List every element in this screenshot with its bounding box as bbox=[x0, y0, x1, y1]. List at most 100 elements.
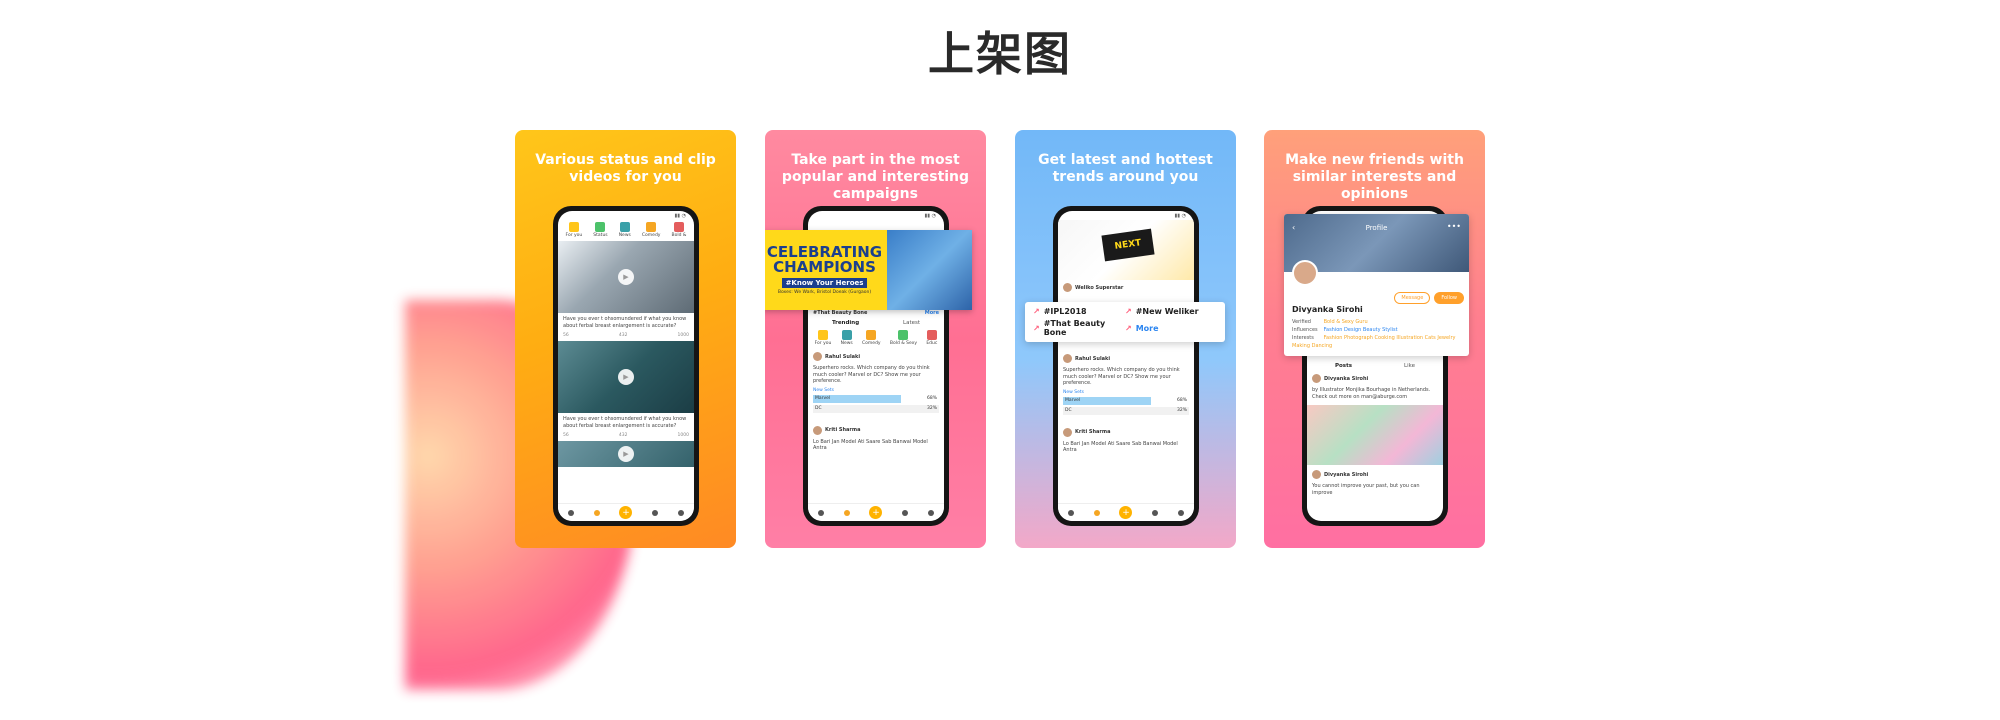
post-author[interactable]: Kriti Sharma bbox=[1058, 425, 1194, 438]
discover-icon[interactable] bbox=[593, 509, 600, 516]
trend-item[interactable]: ↗ #New Weliker bbox=[1125, 305, 1217, 318]
video-thumbnail[interactable]: ▶ bbox=[558, 241, 694, 313]
card-caption: Various status and clip videos for you bbox=[535, 152, 716, 185]
video-thumbnail[interactable]: ▶ bbox=[558, 441, 694, 467]
banner-headline: CELEBRATING CHAMPIONS bbox=[766, 243, 883, 276]
profile-icon[interactable] bbox=[928, 509, 935, 516]
post-text: by Illustrator Monjika Bourhage in Nethe… bbox=[1312, 387, 1431, 400]
play-icon[interactable]: ▶ bbox=[618, 369, 634, 385]
tab-trending[interactable]: Trending bbox=[832, 320, 859, 326]
phone-frame: ▮▮ ◔ NEXT Weliko Superstar Rahul Sulaki … bbox=[1053, 206, 1199, 526]
play-icon[interactable]: ▶ bbox=[618, 269, 634, 285]
account-row[interactable]: Weliko Superstar bbox=[1058, 280, 1194, 293]
campaign-banner[interactable]: CELEBRATING CHAMPIONS #Know Your Heroes … bbox=[765, 230, 972, 310]
trend-arrow-icon: ↗ bbox=[1033, 306, 1040, 316]
poll-option[interactable]: DC 32% bbox=[813, 404, 939, 413]
post-author[interactable]: Divyanka Sirohi bbox=[1307, 371, 1443, 384]
video-thumbnail[interactable]: ▶ bbox=[558, 341, 694, 413]
create-post-button[interactable]: + bbox=[619, 506, 633, 519]
messages-icon[interactable] bbox=[652, 509, 659, 516]
avatar[interactable] bbox=[1292, 260, 1318, 286]
avatar[interactable] bbox=[1312, 374, 1321, 383]
play-icon[interactable]: ▶ bbox=[618, 446, 634, 462]
profile-details: Verified Bold & Sexy Guru Influences Fas… bbox=[1292, 319, 1456, 349]
tab-for-you[interactable]: For you bbox=[566, 222, 582, 238]
post-text: Superhero rocks. Which company do you th… bbox=[1063, 367, 1180, 386]
status-bar: ▮▮ ◔ bbox=[1174, 213, 1186, 219]
store-screenshot-card-videos: Various status and clip videos for you ▮… bbox=[515, 130, 736, 548]
avatar[interactable] bbox=[1312, 470, 1321, 479]
avatar[interactable] bbox=[1063, 354, 1072, 363]
segment-tabs: Trending Latest bbox=[808, 318, 944, 328]
category-tabs: For you News Comedy Bold & Sexy Educ bbox=[808, 328, 944, 349]
more-link[interactable]: More bbox=[925, 310, 939, 316]
share-count: 1000 bbox=[677, 433, 689, 438]
post-author[interactable]: Divyanka Sirohi bbox=[1307, 467, 1443, 480]
poll-option[interactable]: Marvel 68% bbox=[813, 394, 939, 403]
tab-bold[interactable]: Bold & Sexy bbox=[890, 330, 917, 346]
home-icon[interactable] bbox=[1067, 509, 1074, 516]
home-icon[interactable] bbox=[817, 509, 824, 516]
avatar[interactable] bbox=[1063, 427, 1072, 437]
tab-comedy[interactable]: Comedy bbox=[642, 222, 660, 238]
profile-posts: Posts Like Divyanka Sirohi by Illustrato… bbox=[1307, 361, 1443, 499]
trend-tag[interactable]: #That Beauty Bone bbox=[813, 310, 867, 316]
doodle-logo: NEXT bbox=[1101, 228, 1155, 262]
comment-count: 56 bbox=[563, 433, 569, 438]
comment-count: 56 bbox=[563, 333, 569, 338]
trend-arrow-icon: ↗ bbox=[1125, 306, 1132, 316]
post-author[interactable]: Kriti Sharma bbox=[808, 423, 944, 436]
tab-like[interactable]: Like bbox=[1404, 363, 1415, 369]
tab-news[interactable]: News bbox=[619, 222, 631, 238]
profile-icon[interactable] bbox=[1178, 509, 1185, 516]
avatar[interactable] bbox=[813, 352, 822, 361]
create-post-button[interactable]: + bbox=[1119, 506, 1133, 519]
banner-photo bbox=[887, 230, 972, 310]
post-author[interactable]: Rahul Sulaki bbox=[808, 349, 944, 362]
trending-topics-panel: ↗ #IPL2018 ↗ #New Weliker ↗ #That Beauty Bo… bbox=[1025, 302, 1225, 342]
new-sets-link[interactable]: New Sets bbox=[1058, 390, 1194, 395]
poll-option[interactable]: DC 32% bbox=[1063, 406, 1189, 415]
tab-for-you[interactable]: For you bbox=[815, 330, 831, 346]
post-text: You cannot improve your past, but you ca… bbox=[1312, 483, 1420, 496]
message-button[interactable]: Message bbox=[1394, 292, 1431, 304]
tab-status[interactable]: Status bbox=[593, 222, 608, 238]
post-text: Have you ever t ohsomundered if what you… bbox=[563, 416, 687, 429]
trend-item[interactable]: ↗ #That Beauty Bone bbox=[1033, 318, 1125, 340]
post-text: Have you ever t ohsomundered if what you… bbox=[563, 316, 687, 329]
messages-icon[interactable] bbox=[1152, 509, 1159, 516]
tab-comedy[interactable]: Comedy bbox=[862, 330, 881, 346]
discover-icon[interactable] bbox=[1093, 509, 1100, 516]
tab-bold[interactable]: Bold & bbox=[672, 222, 686, 238]
post-author[interactable]: Rahul Sulaki bbox=[1058, 351, 1194, 364]
tab-educ[interactable]: Educ bbox=[926, 330, 937, 346]
profile-title: Profile bbox=[1365, 224, 1388, 232]
poll-option[interactable]: Marvel 68% bbox=[1063, 396, 1189, 405]
status-bar: ▮▮ ◔ bbox=[924, 213, 936, 219]
trend-item[interactable]: ↗ #IPL2018 bbox=[1033, 305, 1125, 318]
post-illustration[interactable] bbox=[1307, 405, 1443, 465]
phone-frame: ▮▮ ◔ For you Status News Comedy Bold & ▶… bbox=[553, 206, 699, 526]
create-post-button[interactable]: + bbox=[869, 506, 883, 519]
follow-button[interactable]: Follow bbox=[1434, 292, 1464, 304]
phone-screen: ▮▮ ◔ NEXT Weliko Superstar Rahul Sulaki … bbox=[1058, 211, 1194, 521]
more-options-icon[interactable]: ••• bbox=[1447, 222, 1461, 231]
discover-icon[interactable] bbox=[843, 509, 850, 516]
tab-posts[interactable]: Posts bbox=[1335, 363, 1352, 369]
new-sets-link[interactable]: New Sets bbox=[808, 388, 944, 393]
trend-more-link[interactable]: ↗ More bbox=[1125, 318, 1217, 340]
avatar[interactable] bbox=[813, 425, 822, 435]
bottom-nav: + bbox=[558, 503, 694, 521]
messages-icon[interactable] bbox=[902, 509, 909, 516]
profile-icon[interactable] bbox=[678, 509, 685, 516]
tab-news[interactable]: News bbox=[841, 330, 853, 346]
store-screenshot-card-campaigns: Take part in the most popular and intere… bbox=[765, 130, 986, 548]
like-count: 432 bbox=[618, 433, 628, 438]
category-tabs: For you Status News Comedy Bold & bbox=[558, 220, 694, 241]
home-icon[interactable] bbox=[567, 509, 574, 516]
tab-latest[interactable]: Latest bbox=[903, 320, 920, 326]
card-caption: Take part in the most popular and intere… bbox=[781, 152, 970, 202]
trend-arrow-icon: ↗ bbox=[1033, 323, 1040, 333]
share-count: 1000 bbox=[677, 333, 689, 338]
avatar[interactable] bbox=[1063, 283, 1072, 292]
